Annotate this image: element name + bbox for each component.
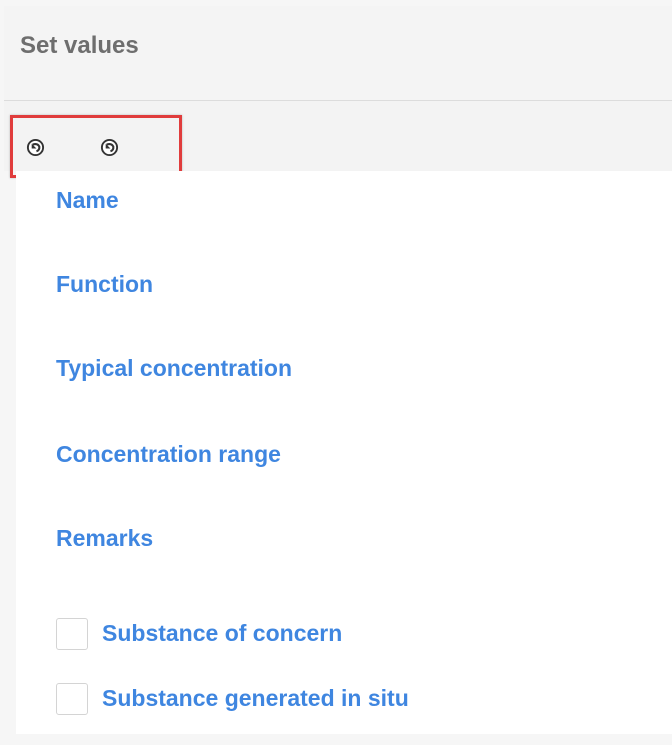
highlight-box <box>10 115 182 178</box>
generated-in-situ-label[interactable]: Substance generated in situ <box>102 685 409 712</box>
substance-of-concern-checkbox[interactable] <box>56 618 88 650</box>
function-label[interactable]: Function <box>56 271 153 298</box>
remarks-label[interactable]: Remarks <box>56 525 153 552</box>
substance-of-concern-label[interactable]: Substance of concern <box>102 620 342 647</box>
generated-in-situ-checkbox[interactable] <box>56 683 88 715</box>
typical-concentration-label[interactable]: Typical concentration <box>56 355 292 382</box>
dialog-header: Set values <box>4 6 672 101</box>
page-title: Set values <box>20 32 139 59</box>
name-label[interactable]: Name <box>56 187 119 214</box>
concentration-range-label[interactable]: Concentration range <box>56 441 281 468</box>
